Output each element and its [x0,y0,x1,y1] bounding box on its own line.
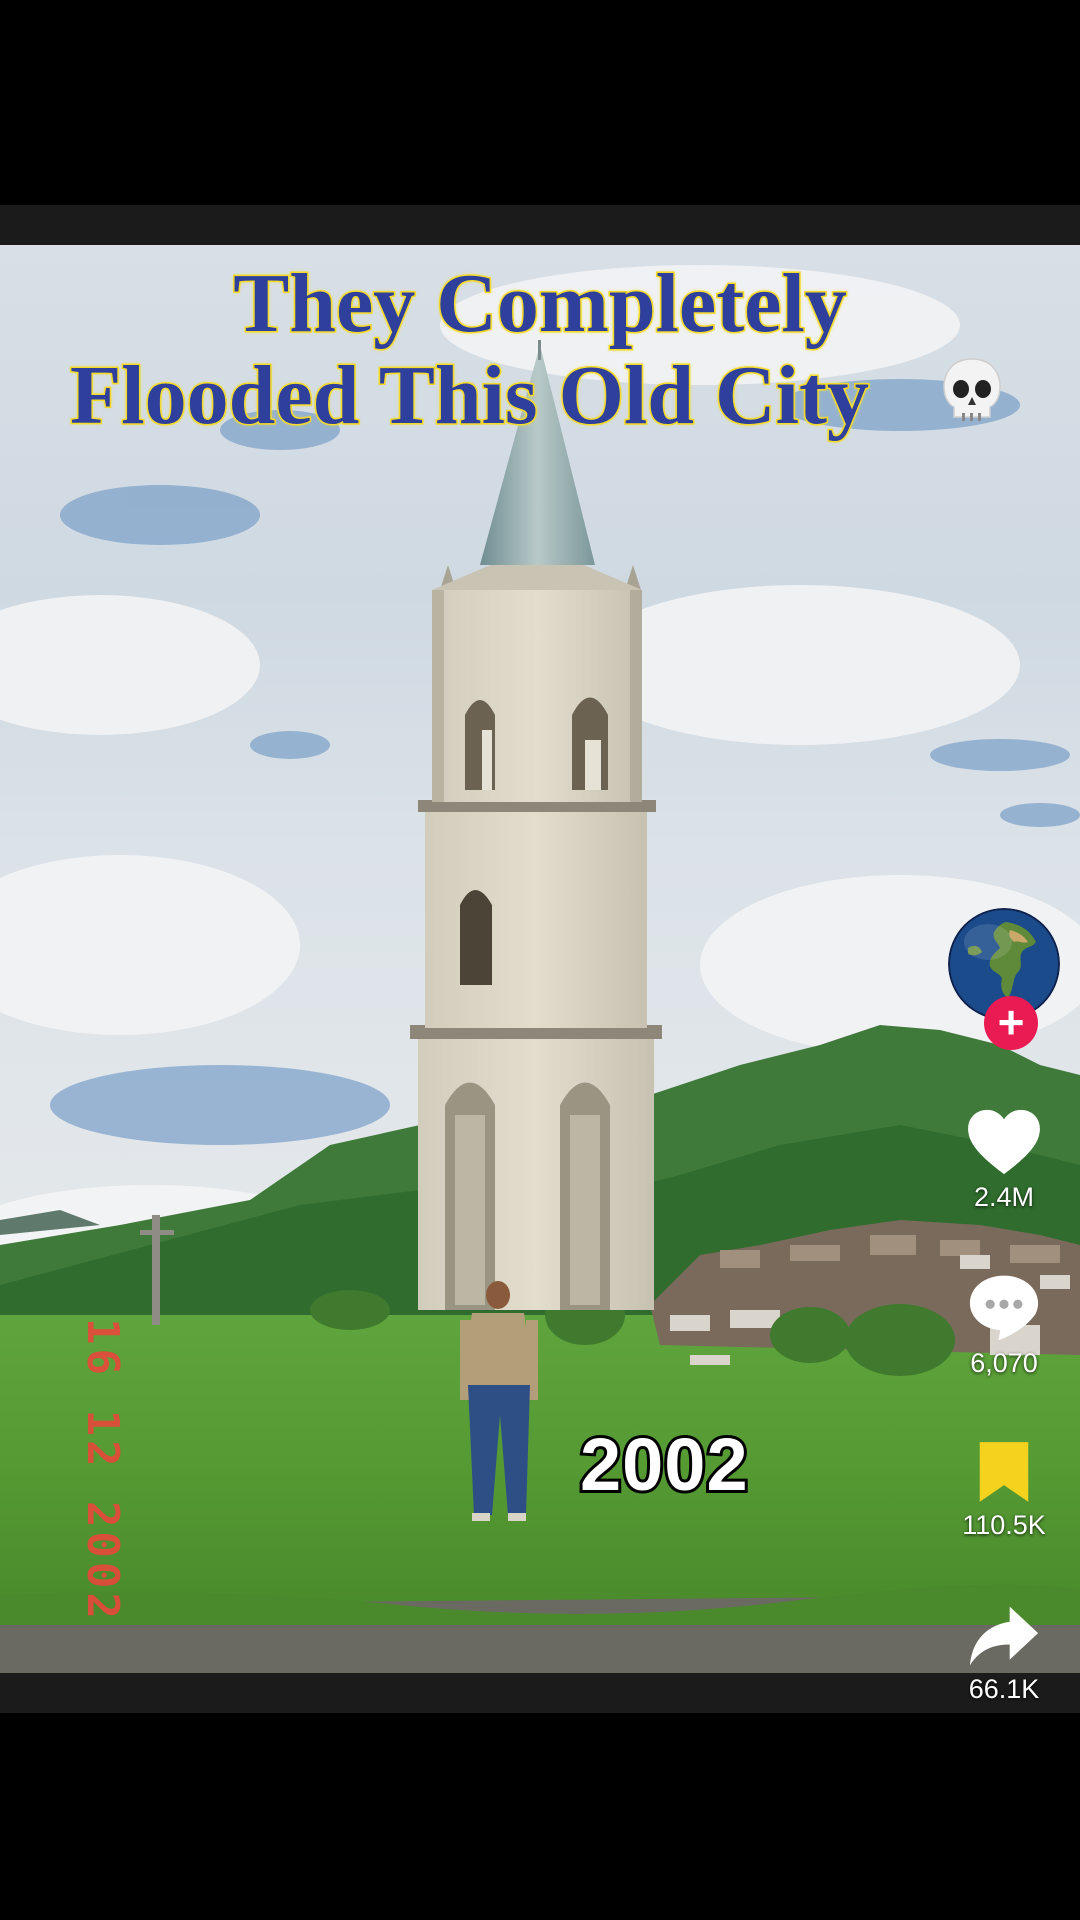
share-icon [969,1606,1039,1666]
letterbox-top-band [0,205,1080,245]
follow-plus-button[interactable]: + [984,996,1038,1050]
comment-icon [969,1275,1039,1341]
video-player[interactable] [0,245,1080,1673]
share-count: 66.1K [968,1674,1040,1704]
headline-line-1: They Completely [232,256,849,351]
tiktok-video-screen: They Completely Flooded This Old City 16… [0,0,1080,1920]
letterbox-bottom-band [0,1673,1080,1713]
bookmark-icon [979,1442,1029,1502]
plus-icon: + [997,996,1025,1048]
year-caption: 2002 [577,1420,751,1509]
skull-icon [943,358,1001,421]
headline-line-2: Flooded This Old City [69,348,871,443]
share-button[interactable]: 66.1K [940,1604,1068,1705]
comment-button[interactable]: 6,070 [940,1272,1068,1379]
video-scene [0,245,1080,1673]
creator-avatar-button[interactable]: + [948,908,1060,1050]
comment-count: 6,070 [970,1348,1038,1378]
bookmark-button[interactable]: 110.5K [940,1440,1068,1541]
like-button[interactable]: 2.4M [940,1108,1068,1213]
save-count: 110.5K [962,1510,1046,1540]
video-headline: They Completely Flooded This Old City [40,256,1040,443]
camera-date-stamp: 16 12 2002 [77,1318,128,1623]
like-count: 2.4M [973,1182,1035,1212]
heart-icon [968,1109,1040,1175]
utility-pole-crossbar [140,1230,174,1235]
shrub [310,1290,390,1330]
